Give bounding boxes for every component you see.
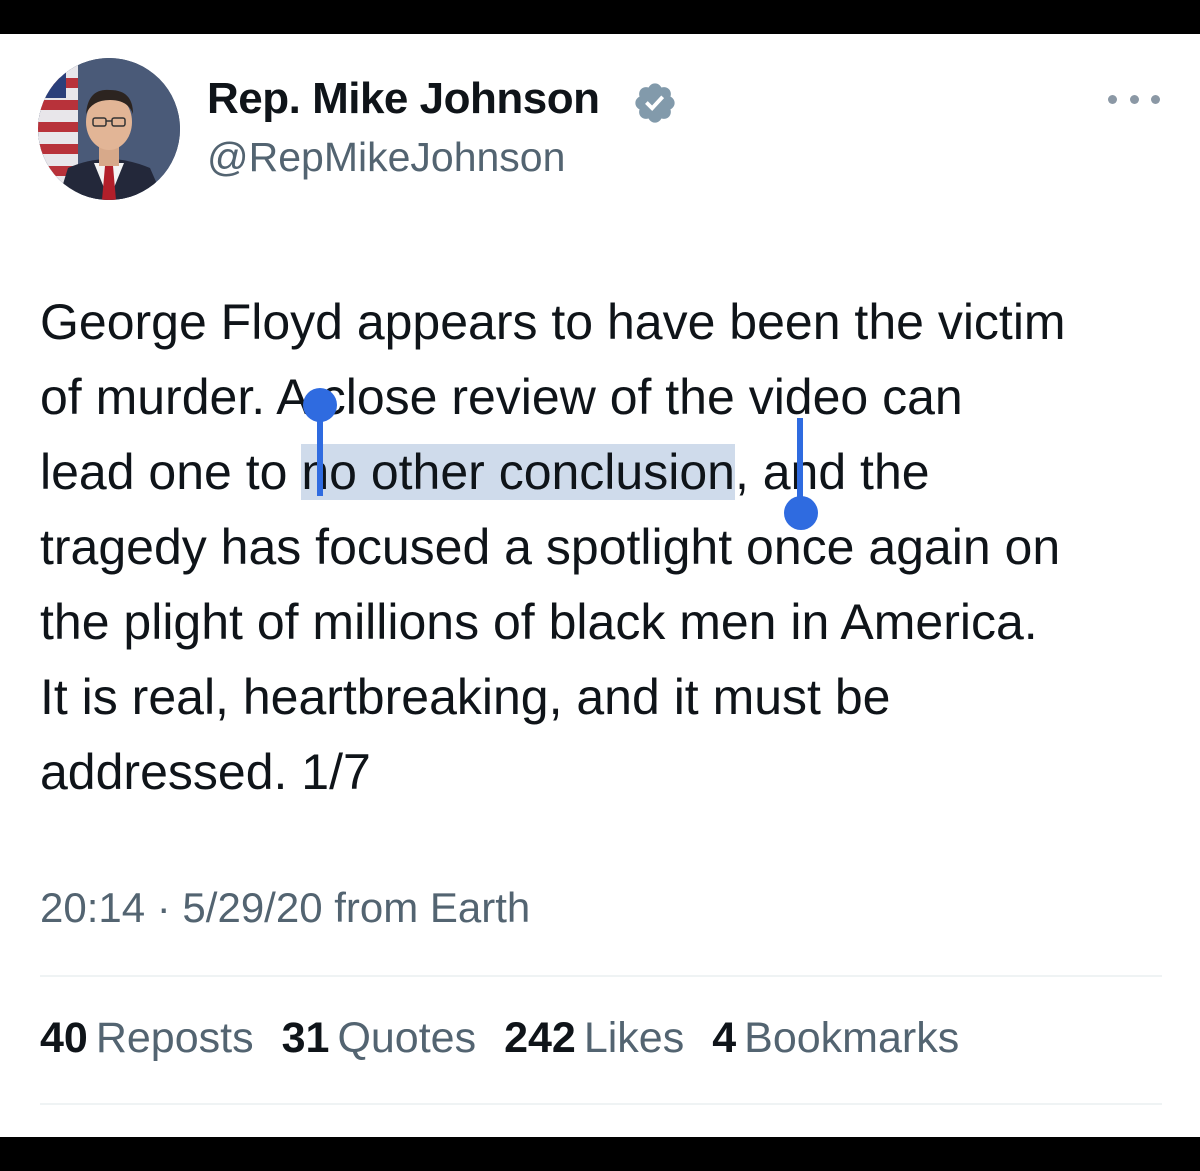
stat-likes[interactable]: 242 Likes — [504, 1014, 684, 1063]
tweet-line: the plight of millions of black men in A… — [40, 594, 1038, 650]
avatar[interactable] — [38, 58, 180, 200]
tweet-line: tragedy has focused a spotlight once aga… — [40, 519, 1061, 575]
display-name[interactable]: Rep. Mike Johnson — [207, 74, 600, 124]
engagement-stats: 40 Reposts 31 Quotes 242 Likes 4 Bookmarks — [40, 1014, 959, 1063]
tweet-line: lead one to no other conclusion, and the — [40, 444, 930, 500]
divider — [40, 975, 1162, 977]
tweet-line: George Floyd appears to have been the vi… — [40, 294, 1066, 350]
more-dot — [1108, 94, 1117, 104]
selection-start-handle-bar[interactable] — [317, 410, 323, 496]
user-handle[interactable]: @RepMikeJohnson — [207, 134, 565, 181]
more-dot — [1151, 94, 1160, 104]
tweet-timestamp[interactable]: 20:14 · 5/29/20 from Earth — [40, 884, 530, 932]
tweet-line: It is real, heartbreaking, and it must b… — [40, 669, 891, 725]
tweet-text[interactable]: George Floyd appears to have been the vi… — [40, 285, 1180, 810]
selected-text[interactable]: no other conclusion — [301, 444, 735, 500]
stat-bookmarks[interactable]: 4 Bookmarks — [712, 1014, 959, 1063]
selection-start-handle[interactable] — [303, 388, 337, 422]
divider — [40, 1103, 1162, 1105]
tweet-line: addressed. 1/7 — [40, 744, 371, 800]
top-black-bar — [0, 0, 1200, 34]
verified-badge-icon — [635, 83, 675, 123]
more-dot — [1129, 94, 1139, 104]
bottom-black-bar — [0, 1137, 1200, 1171]
selection-end-handle[interactable] — [784, 496, 818, 530]
more-options-icon[interactable] — [1108, 86, 1160, 112]
tweet-line: of murder. A close review of the video c… — [40, 369, 963, 425]
stat-quotes[interactable]: 31 Quotes — [282, 1014, 476, 1063]
stat-reposts[interactable]: 40 Reposts — [40, 1014, 254, 1063]
